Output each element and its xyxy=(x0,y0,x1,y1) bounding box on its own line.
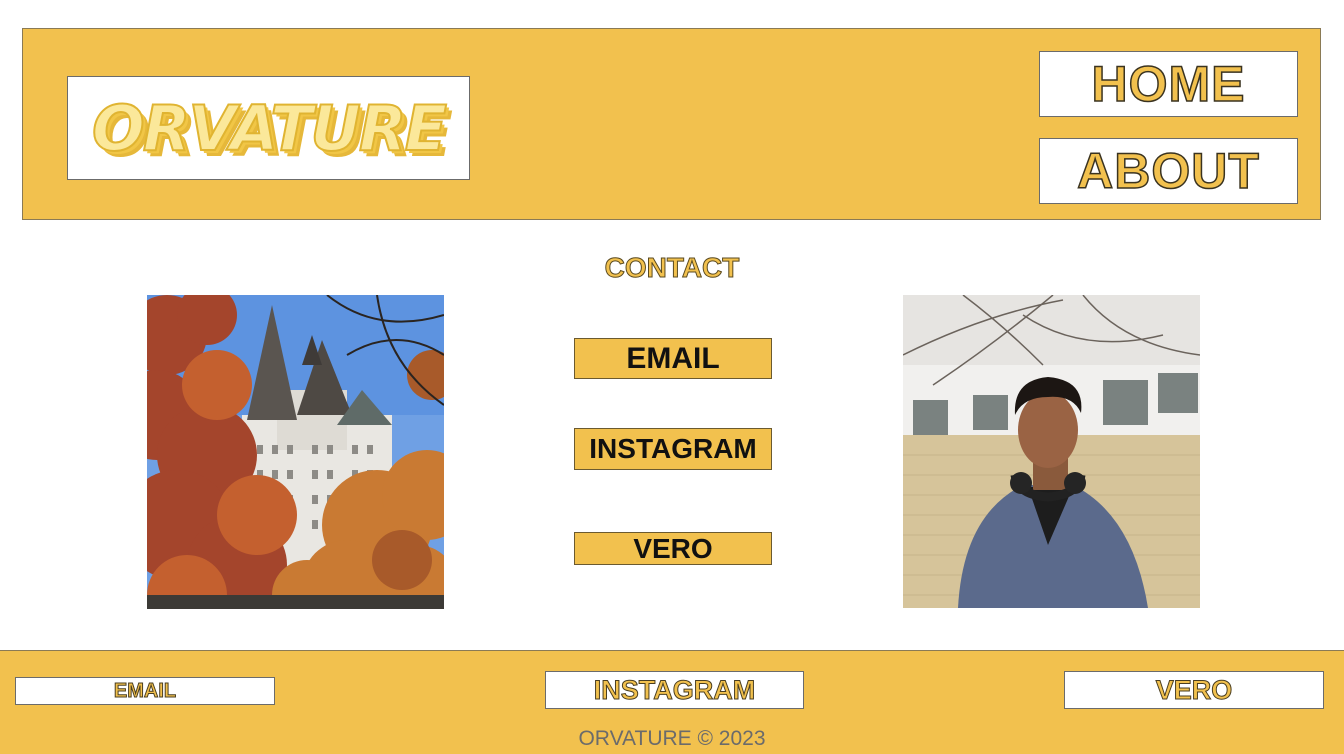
nav-about-button[interactable]: ABOUT xyxy=(1039,138,1298,204)
site-footer: EMAIL INSTAGRAM VERO ORVATURE © 2023 xyxy=(0,650,1344,754)
page-title: CONTACT xyxy=(604,252,740,284)
site-header: ORVATURE HOME ABOUT xyxy=(22,28,1321,220)
logo: ORVATURE xyxy=(91,91,448,166)
copyright-text: ORVATURE © 2023 xyxy=(578,727,766,750)
portrait-photo xyxy=(903,295,1200,608)
email-button[interactable]: EMAIL xyxy=(574,338,772,379)
vero-button[interactable]: VERO xyxy=(574,532,772,565)
chateau-autumn-photo xyxy=(147,295,444,609)
footer-vero-link[interactable]: VERO xyxy=(1064,671,1324,709)
footer-instagram-link[interactable]: INSTAGRAM xyxy=(545,671,804,709)
nav-home-button[interactable]: HOME xyxy=(1039,51,1298,117)
logo-link[interactable]: ORVATURE xyxy=(67,76,470,180)
instagram-button[interactable]: INSTAGRAM xyxy=(574,428,772,470)
footer-email-link[interactable]: EMAIL xyxy=(15,677,275,705)
